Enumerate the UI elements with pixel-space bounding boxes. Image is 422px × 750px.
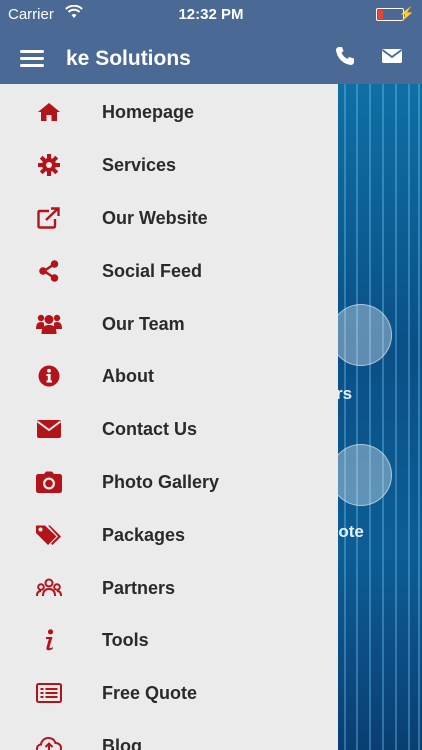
menu-item-about[interactable]: About	[0, 350, 338, 402]
menu-item-services[interactable]: Services	[0, 139, 338, 191]
cloud-upload-icon	[36, 734, 62, 750]
menu-item-contact-us[interactable]: Contact Us	[0, 403, 338, 455]
users-icon	[36, 312, 62, 336]
menu-item-free-quote[interactable]: Free Quote	[0, 667, 338, 719]
tags-icon	[36, 523, 62, 547]
menu-item-partners[interactable]: Partners	[0, 562, 338, 614]
menu-item-label: Packages	[102, 525, 186, 545]
mail-icon[interactable]	[382, 49, 402, 63]
menu-item-label: Photo Gallery	[102, 472, 220, 492]
menu-item-label: Blog	[102, 736, 142, 750]
navigation-bar: ke Solutions	[0, 30, 422, 84]
menu-item-photo-gallery[interactable]: Photo Gallery	[0, 456, 338, 508]
menu-item-homepage[interactable]: Homepage	[0, 86, 338, 138]
side-menu: Homepage Services Our Website Social Fee…	[0, 84, 338, 750]
list-icon	[36, 681, 62, 705]
menu-item-label: Partners	[102, 578, 176, 598]
quote-tile-label: note	[338, 522, 364, 541]
menu-item-label: Services	[102, 155, 177, 175]
external-link-icon	[36, 206, 62, 230]
gear-icon	[36, 153, 62, 177]
menu-item-label: Contact Us	[102, 419, 198, 439]
phone-icon[interactable]	[335, 46, 355, 66]
menu-icon[interactable]	[20, 50, 44, 68]
menu-item-social-feed[interactable]: Social Feed	[0, 245, 338, 297]
menu-item-our-team[interactable]: Our Team	[0, 298, 338, 350]
partners-icon	[36, 576, 62, 600]
home-icon	[36, 100, 62, 124]
menu-item-label: Tools	[102, 630, 149, 650]
charging-icon: ⚡	[398, 6, 415, 21]
menu-item-label: Free Quote	[102, 683, 198, 703]
status-bar: Carrier 12:32 PM ⚡	[0, 0, 422, 30]
menu-item-packages[interactable]: Packages	[0, 509, 338, 561]
menu-item-our-website[interactable]: Our Website	[0, 192, 338, 244]
menu-item-label: Homepage	[102, 102, 195, 122]
menu-item-blog[interactable]: Blog	[0, 720, 338, 750]
clock: 12:32 PM	[178, 6, 244, 23]
share-icon	[36, 259, 62, 283]
camera-icon	[36, 470, 62, 494]
envelope-icon	[36, 417, 62, 441]
menu-item-label: About	[102, 366, 154, 386]
background-content: rs note	[338, 84, 422, 750]
info-icon	[36, 364, 62, 388]
menu-item-tools[interactable]: Tools	[0, 614, 338, 666]
partners-tile-label: rs	[338, 384, 353, 403]
menu-item-label: Our Team	[102, 314, 185, 334]
menu-item-label: Social Feed	[102, 261, 203, 281]
menu-item-label: Our Website	[102, 208, 208, 228]
tools-icon	[36, 628, 62, 652]
app-title: ke Solutions	[66, 47, 191, 70]
